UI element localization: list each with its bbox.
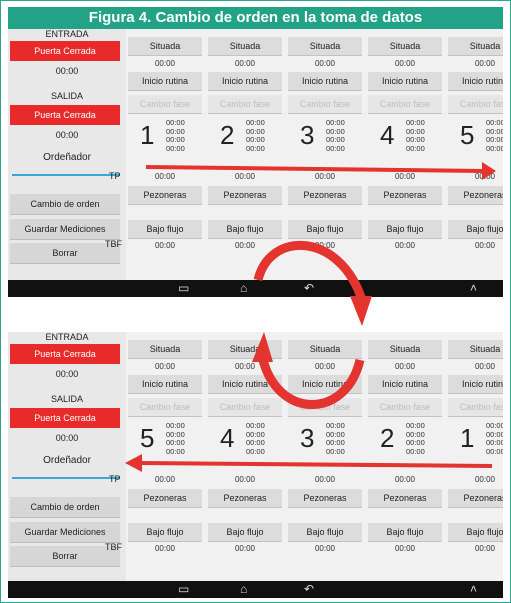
cycle-arrowhead-up bbox=[252, 332, 273, 362]
annotation-overlay bbox=[125, 162, 496, 472]
arrow-right-top bbox=[145, 162, 496, 180]
arrow-left-bottom bbox=[125, 454, 493, 472]
swap-cycle-arrows bbox=[252, 240, 372, 409]
cycle-arrowhead-down bbox=[350, 296, 372, 326]
